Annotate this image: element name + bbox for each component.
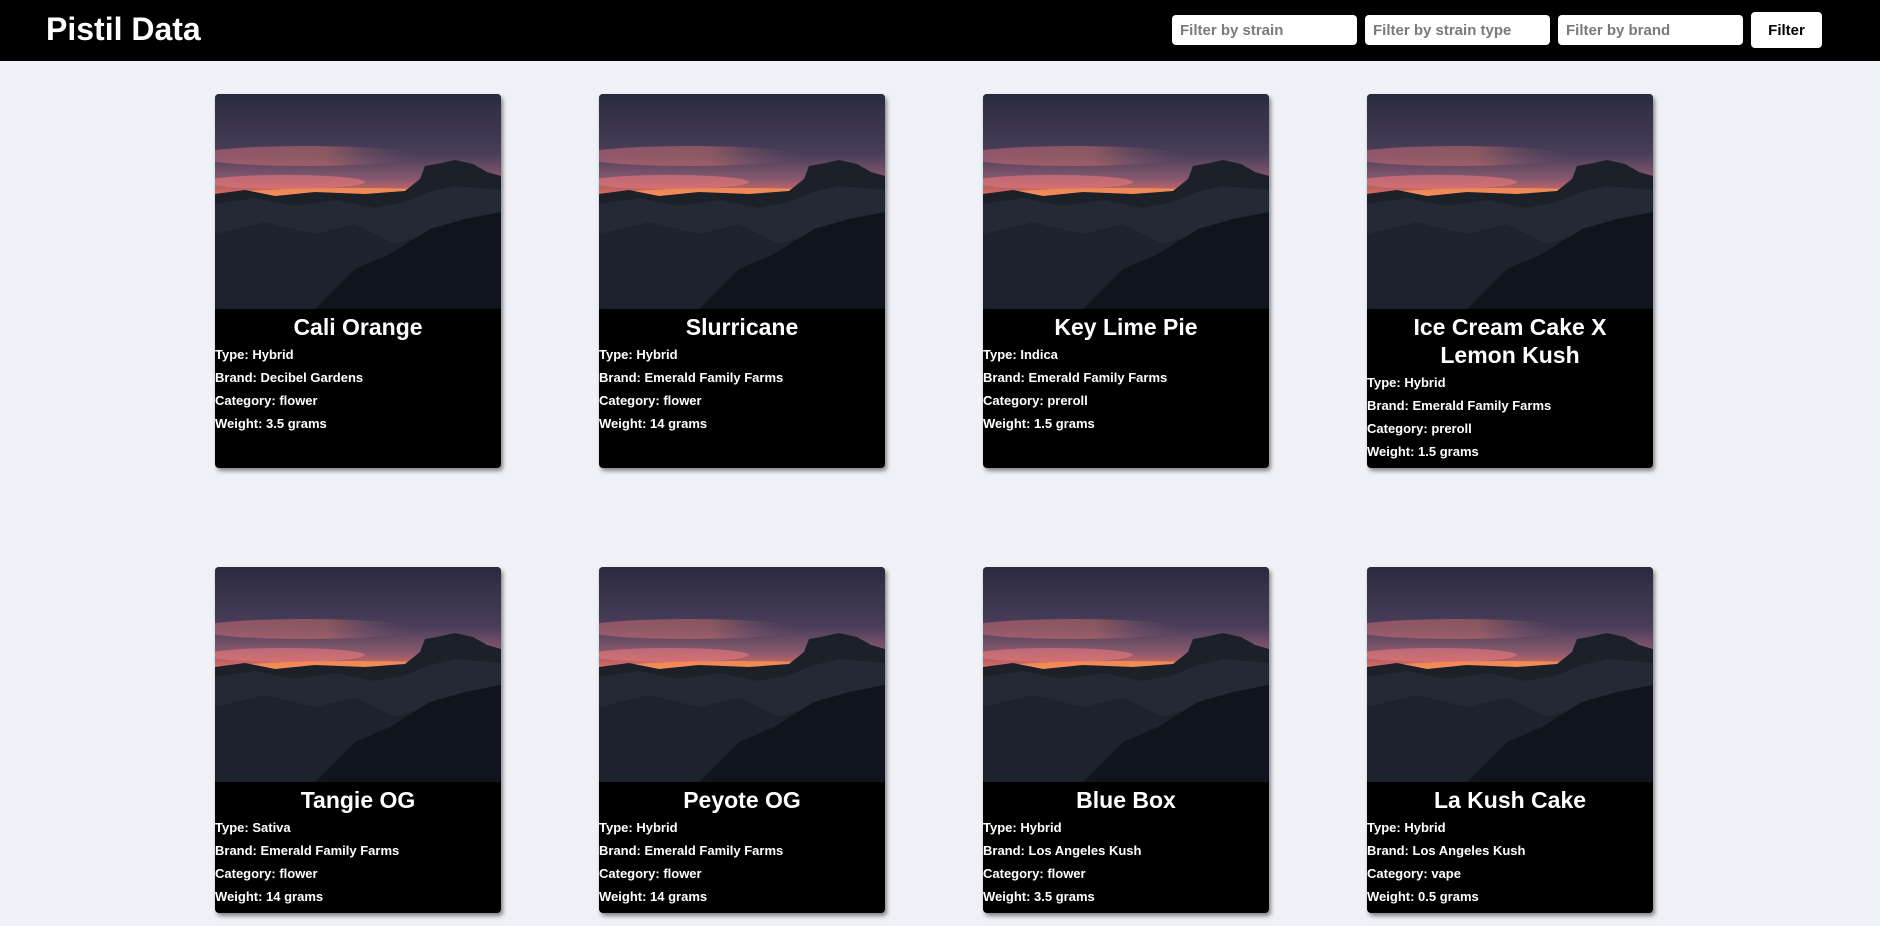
product-weight: Weight: 14 grams	[599, 889, 708, 904]
product-grid: Cali Orange Type: Hybrid Brand: Decibel …	[0, 0, 1880, 926]
product-category: Category: flower	[599, 393, 702, 408]
product-category: Category: vape	[1367, 866, 1461, 881]
product-image	[1367, 94, 1653, 309]
product-card[interactable]: Key Lime Pie Type: Indica Brand: Emerald…	[983, 94, 1269, 468]
product-type: Type: Indica	[983, 347, 1058, 362]
product-type: Type: Hybrid	[599, 820, 678, 835]
product-image	[1367, 567, 1653, 782]
product-image	[215, 94, 501, 309]
product-name: Tangie OG	[300, 787, 416, 813]
product-name: La Kush Cake	[1433, 787, 1587, 813]
product-brand: Brand: Emerald Family Farms	[215, 843, 400, 858]
product-image	[599, 94, 885, 309]
product-brand: Brand: Los Angeles Kush	[983, 843, 1142, 858]
product-category: Category: flower	[983, 866, 1086, 881]
product-image	[215, 567, 501, 782]
product-category: Category: flower	[599, 866, 702, 881]
product-category: Category: preroll	[983, 393, 1088, 408]
product-brand: Brand: Emerald Family Farms	[983, 370, 1168, 385]
product-weight: Weight: 3.5 grams	[215, 416, 327, 431]
product-brand: Brand: Emerald Family Farms	[1367, 398, 1552, 413]
product-category: Category: flower	[215, 393, 318, 408]
product-card[interactable]: Slurricane Type: Hybrid Brand: Emerald F…	[599, 94, 885, 468]
product-card[interactable]: La Kush Cake Type: Hybrid Brand: Los Ang…	[1367, 567, 1653, 913]
product-weight: Weight: 0.5 grams	[1367, 889, 1479, 904]
product-weight: Weight: 1.5 grams	[1367, 444, 1479, 459]
product-weight: Weight: 14 grams	[215, 889, 324, 904]
product-weight: Weight: 1.5 grams	[983, 416, 1095, 431]
product-type: Type: Hybrid	[983, 820, 1062, 835]
product-card[interactable]: Blue Box Type: Hybrid Brand: Los Angeles…	[983, 567, 1269, 913]
product-name: Key Lime Pie	[1054, 314, 1198, 340]
product-category: Category: flower	[215, 866, 318, 881]
product-type: Type: Hybrid	[1367, 820, 1446, 835]
product-card[interactable]: Tangie OG Type: Sativa Brand: Emerald Fa…	[215, 567, 501, 913]
product-brand: Brand: Decibel Gardens	[215, 370, 364, 385]
product-name: Peyote OG	[683, 787, 801, 813]
product-type: Type: Hybrid	[599, 347, 678, 362]
product-image	[599, 567, 885, 782]
product-image	[983, 94, 1269, 309]
product-name: Cali Orange	[293, 314, 423, 340]
product-card[interactable]: Ice Cream Cake X Lemon Kush Type: Hybrid…	[1367, 94, 1653, 468]
product-card[interactable]: Cali Orange Type: Hybrid Brand: Decibel …	[215, 94, 501, 468]
product-image	[983, 567, 1269, 782]
product-type: Type: Hybrid	[1367, 375, 1446, 390]
product-type: Type: Sativa	[215, 820, 291, 835]
product-brand: Brand: Emerald Family Farms	[599, 370, 784, 385]
product-name: Slurricane	[685, 314, 799, 340]
product-brand: Brand: Emerald Family Farms	[599, 843, 784, 858]
product-weight: Weight: 14 grams	[599, 416, 708, 431]
product-name: Ice Cream Cake X Lemon Kush	[1413, 314, 1607, 368]
product-card[interactable]: Peyote OG Type: Hybrid Brand: Emerald Fa…	[599, 567, 885, 913]
product-category: Category: preroll	[1367, 421, 1472, 436]
product-weight: Weight: 3.5 grams	[983, 889, 1095, 904]
product-name: Blue Box	[1076, 787, 1176, 813]
product-type: Type: Hybrid	[215, 347, 294, 362]
product-brand: Brand: Los Angeles Kush	[1367, 843, 1526, 858]
